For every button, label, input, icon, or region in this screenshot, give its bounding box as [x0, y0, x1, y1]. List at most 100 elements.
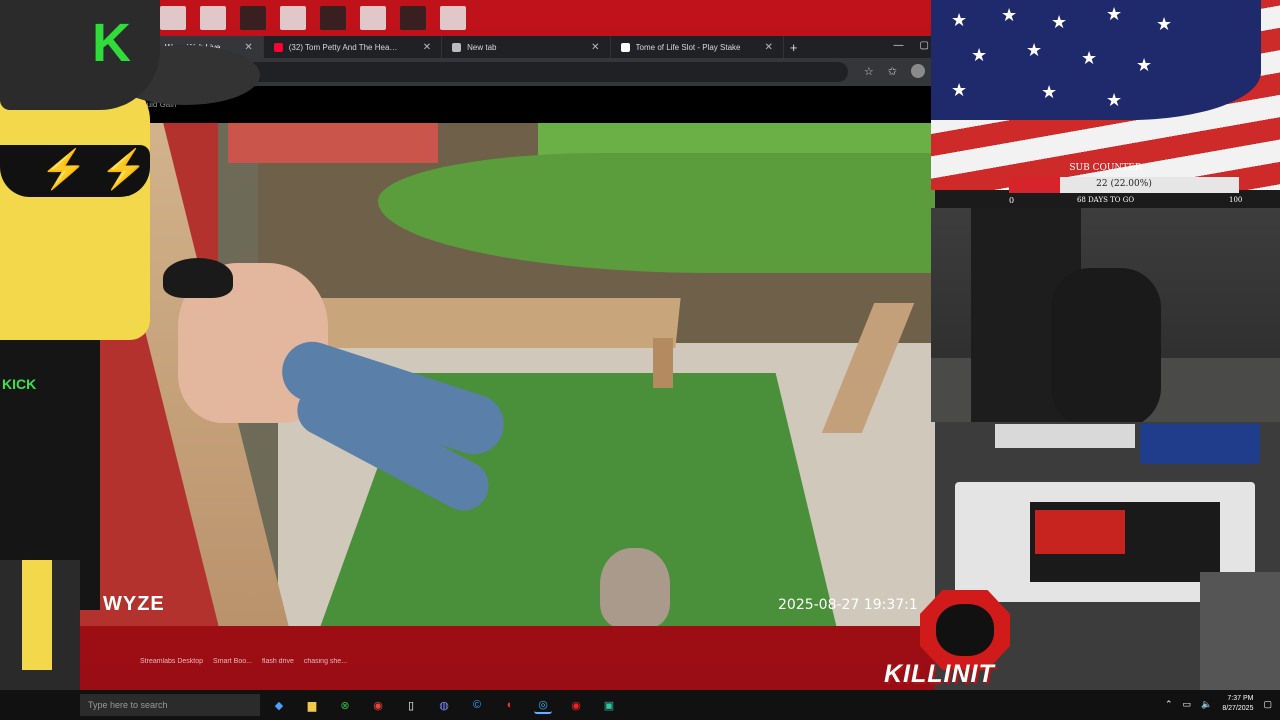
character-cap	[0, 0, 160, 110]
star-icon[interactable]: ☆	[864, 65, 874, 78]
lightning-icon: ⚡	[100, 149, 148, 191]
camera-timestamp: 2025-08-27 19:37:1	[778, 597, 918, 613]
star-icon: ★	[1106, 90, 1123, 110]
tab-title: New tab	[467, 42, 497, 52]
star-icon: ★	[1051, 12, 1068, 32]
star-icon: ★	[971, 45, 988, 65]
fence	[228, 123, 438, 163]
wooden-bench	[285, 298, 681, 348]
youtube-icon	[273, 42, 283, 52]
star-icon: ★	[1106, 4, 1123, 24]
tab-title: Tome of Life Slot - Play Stake	[635, 42, 741, 52]
xbox-icon[interactable]: ⊗	[336, 696, 354, 714]
desktop-icon-label[interactable]: Streamlabs Desktop	[140, 658, 203, 665]
desktop-shortcut-icon[interactable]	[360, 6, 386, 30]
clock[interactable]: 7:37 PM 8/27/2025	[1222, 694, 1253, 714]
close-icon[interactable]: ✕	[423, 42, 431, 53]
lightning-icon: ⚡	[40, 149, 88, 191]
sub-progress-bar: 22 (22.00%)	[1009, 177, 1239, 193]
flag-canton: ★ ★ ★ ★ ★ ★ ★ ★ ★ ★ ★ ★	[931, 0, 1261, 120]
app-icon[interactable]: ◉	[567, 696, 585, 714]
brand-text: KILLINIT	[884, 660, 995, 688]
favorites-icon[interactable]: ✩	[888, 65, 897, 78]
system-tray: ⌃ ▭ 🔈 7:37 PM 8/27/2025 ▢	[1165, 694, 1272, 714]
star-icon: ★	[1026, 40, 1043, 60]
desktop-top-icons	[160, 6, 466, 34]
screen: Wyze Web Live ✕ (32) Tom Petty And The H…	[0, 0, 1280, 720]
star-icon: ★	[951, 80, 968, 100]
clock-date: 8/27/2025	[1222, 705, 1254, 712]
volume-icon[interactable]: 🔈	[1201, 699, 1212, 710]
desktop-shortcut-icon[interactable]	[400, 6, 426, 30]
desktop-shortcut-icon[interactable]	[160, 6, 186, 30]
star-icon: ★	[1001, 5, 1018, 25]
close-icon[interactable]: ✕	[591, 42, 599, 53]
tab-title: (32) Tom Petty And The Heartbreakers	[288, 42, 399, 52]
edge-icon[interactable]: ◎	[534, 696, 552, 714]
app-icon[interactable]: ◐	[501, 696, 519, 714]
toolbar-icons: ☆ ✩	[864, 64, 925, 78]
copilot-icon[interactable]: ◆	[270, 696, 288, 714]
taskbar-apps: ◆ ▆ ⊗ ◉ ▯ ◍ © ◐ ◎ ◉ ▣	[270, 696, 618, 714]
desktop-icon-label[interactable]: chasing she...	[304, 658, 347, 665]
chair	[1200, 572, 1280, 690]
tab-bar: Wyze Web Live ✕ (32) Tom Petty And The H…	[140, 36, 935, 58]
file-explorer-icon[interactable]: ▆	[303, 696, 321, 714]
bench-leg	[653, 338, 673, 388]
brand-emblem	[936, 604, 994, 656]
clock-time: 7:37 PM	[1227, 695, 1254, 702]
desktop-shortcut-icon[interactable]	[200, 6, 226, 30]
sub-max-label: 100	[1229, 196, 1243, 204]
shirt-text: KICK	[2, 376, 37, 392]
star-icon: ★	[1081, 48, 1098, 68]
tab-stake[interactable]: Tome of Life Slot - Play Stake ✕	[611, 36, 784, 58]
character-face	[0, 80, 150, 340]
tab-youtube[interactable]: (32) Tom Petty And The Heartbreakers ✕	[264, 36, 443, 58]
sub-days-label: 68 DAYS TO GO	[1076, 196, 1135, 204]
desktop-shortcut-icon[interactable]	[280, 6, 306, 30]
desktop-shortcut-icon[interactable]	[240, 6, 266, 30]
page-icon	[452, 42, 462, 52]
camera-feed[interactable]: WYZE 2025-08-27 19:37:1	[78, 123, 935, 626]
network-icon[interactable]: ▭	[1183, 699, 1192, 710]
notification-icon[interactable]: ▢	[1263, 699, 1272, 710]
stake-icon	[620, 42, 630, 52]
desktop-shortcut-icon[interactable]	[440, 6, 466, 30]
taskbar-search[interactable]: Type here to search	[80, 694, 260, 716]
desktop-icon-label[interactable]: Smart Boo...	[213, 658, 252, 665]
star-icon: ★	[1041, 82, 1058, 102]
tab-new-tab[interactable]: New tab ✕	[442, 36, 611, 58]
monitor	[1140, 424, 1260, 464]
close-icon[interactable]: ✕	[764, 42, 772, 53]
new-tab-button[interactable]: +	[790, 40, 798, 55]
person-cap	[163, 258, 233, 298]
star-icon: ★	[1156, 14, 1173, 34]
desktop-shortcut-icon[interactable]	[320, 6, 346, 30]
character-leg	[22, 560, 52, 670]
profile-icon[interactable]	[911, 64, 925, 78]
sub-counter: SUB COUNTER 22 (22.00%) 0 68 DAYS TO GO …	[931, 160, 1280, 208]
desktop-icon-label[interactable]: flash drive	[262, 658, 294, 665]
webcam-room	[931, 208, 1280, 422]
cat	[600, 548, 670, 626]
sub-progress-value: 22 (22.00%)	[1096, 179, 1152, 189]
window-controls: — ▢	[894, 40, 929, 51]
document-icon[interactable]: ▯	[402, 696, 420, 714]
keyboard	[1035, 510, 1125, 554]
ccleaner-icon[interactable]: ©	[468, 696, 486, 714]
monitor	[995, 424, 1135, 448]
chevron-up-icon[interactable]: ⌃	[1165, 699, 1173, 710]
app-icon[interactable]: ◍	[435, 696, 453, 714]
star-icon: ★	[951, 10, 968, 30]
chrome-icon[interactable]: ◉	[369, 696, 387, 714]
character-overlay: KICK K ⚡ ⚡	[0, 0, 260, 720]
gaming-chair	[1051, 268, 1161, 422]
page-header: Fluid Gain	[140, 86, 935, 122]
close-icon[interactable]: ✕	[244, 42, 252, 53]
sub-counter-title: SUB COUNTER	[1069, 163, 1142, 173]
cap-letter: K	[92, 13, 131, 73]
minimize-icon[interactable]: —	[894, 40, 904, 51]
streamlabs-icon[interactable]: ▣	[600, 696, 618, 714]
taskbar: Type here to search ◆ ▆ ⊗ ◉ ▯ ◍ © ◐ ◎ ◉ …	[0, 690, 1280, 720]
maximize-icon[interactable]: ▢	[920, 40, 929, 51]
